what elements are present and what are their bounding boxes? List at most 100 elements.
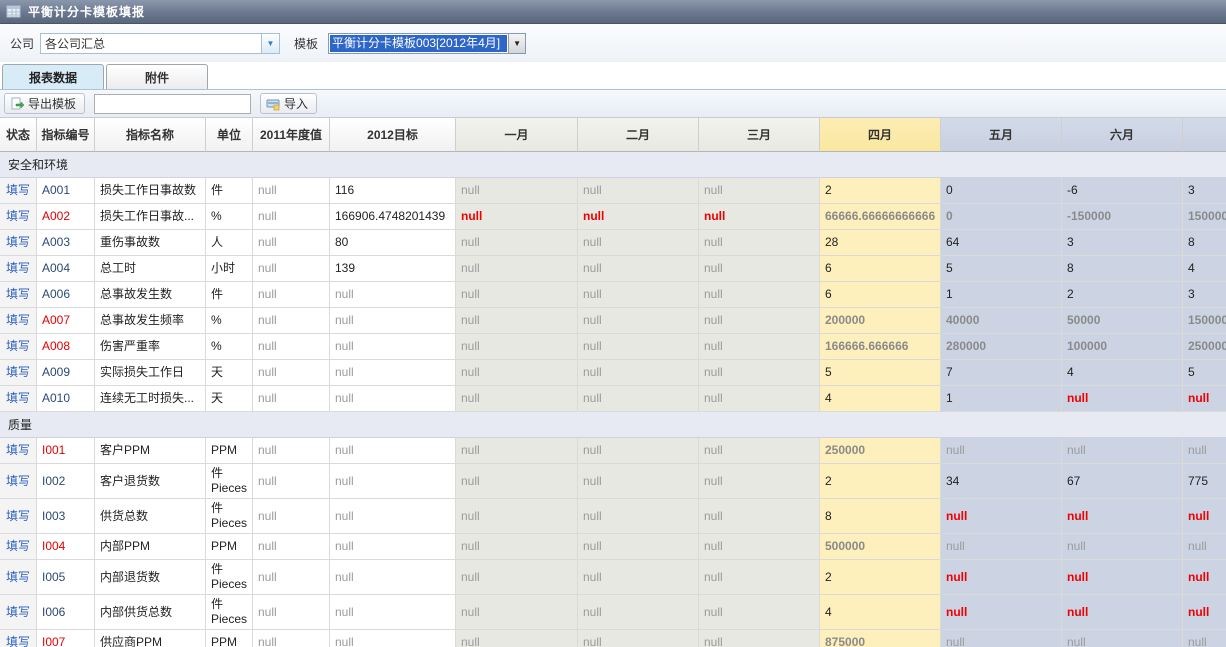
- fill-link[interactable]: 填写: [6, 539, 30, 554]
- month-1-cell: null: [456, 282, 578, 307]
- table-row[interactable]: 填写I006内部供货总数件 Piecesnullnullnullnullnull…: [0, 595, 1226, 630]
- fill-link[interactable]: 填写: [6, 474, 30, 489]
- template-select[interactable]: 平衡计分卡模板003[2012年4月] ▼: [328, 33, 526, 54]
- group-header-row[interactable]: 安全和环境: [0, 152, 1226, 178]
- column-header-6[interactable]: 2012目标: [330, 118, 456, 152]
- column-header-5[interactable]: 2011年度值: [253, 118, 330, 152]
- month-3-cell: null: [699, 204, 820, 229]
- month-5-cell: 64: [941, 230, 1062, 255]
- import-button[interactable]: 导入: [260, 93, 317, 114]
- year-2011-cell: null: [253, 178, 330, 203]
- fill-link[interactable]: 填写: [6, 339, 30, 354]
- column-header-8[interactable]: 二月: [578, 118, 699, 152]
- company-combobox[interactable]: 各公司汇总 ▼: [40, 33, 280, 54]
- indicator-name-cell: 总事故发生数: [95, 282, 206, 307]
- month-3-cell: null: [699, 386, 820, 411]
- fill-link[interactable]: 填写: [6, 509, 30, 524]
- month-7-cell: null: [1183, 595, 1226, 629]
- fill-link[interactable]: 填写: [6, 183, 30, 198]
- template-select-value[interactable]: 平衡计分卡模板003[2012年4月]: [330, 35, 507, 52]
- indicator-code-cell: I002: [37, 464, 95, 498]
- column-header-11[interactable]: 五月: [941, 118, 1062, 152]
- fill-link[interactable]: 填写: [6, 209, 30, 224]
- month-4-cell: 28: [820, 230, 941, 255]
- target-2012-cell: null: [330, 360, 456, 385]
- table-row[interactable]: 填写I001客户PPMPPMnullnullnullnullnull250000…: [0, 438, 1226, 464]
- table-row[interactable]: 填写A002损失工作日事故...%null166906.4748201439nu…: [0, 204, 1226, 230]
- fill-link[interactable]: 填写: [6, 235, 30, 250]
- status-cell: 填写: [0, 334, 37, 359]
- month-5-cell: null: [941, 630, 1062, 647]
- import-file-input[interactable]: [94, 94, 251, 114]
- month-2-cell: null: [578, 230, 699, 255]
- unit-cell: %: [206, 204, 253, 229]
- fill-link[interactable]: 填写: [6, 365, 30, 380]
- month-2-cell: null: [578, 360, 699, 385]
- tab-report-data[interactable]: 报表数据: [2, 64, 104, 89]
- table-row[interactable]: 填写A010连续无工时损失...天nullnullnullnullnull41n…: [0, 386, 1226, 412]
- table-row[interactable]: 填写A001损失工作日事故数件null116nullnullnull20-63: [0, 178, 1226, 204]
- month-1-cell: null: [456, 230, 578, 255]
- month-2-cell: null: [578, 204, 699, 229]
- year-2011-cell: null: [253, 308, 330, 333]
- column-header-1[interactable]: 状态: [0, 118, 37, 152]
- tab-attachments[interactable]: 附件: [106, 64, 208, 89]
- table-row[interactable]: 填写A007总事故发生频率%nullnullnullnullnull200000…: [0, 308, 1226, 334]
- fill-link[interactable]: 填写: [6, 261, 30, 276]
- indicator-code-cell: A004: [37, 256, 95, 281]
- year-2011-cell: null: [253, 630, 330, 647]
- indicator-name-cell: 损失工作日事故数: [95, 178, 206, 203]
- table-row[interactable]: 填写I003供货总数件 Piecesnullnullnullnullnull8n…: [0, 499, 1226, 534]
- table-row[interactable]: 填写I002客户退货数件 Piecesnullnullnullnullnull2…: [0, 464, 1226, 499]
- fill-link[interactable]: 填写: [6, 391, 30, 406]
- month-3-cell: null: [699, 595, 820, 629]
- table-row[interactable]: 填写A009实际损失工作日天nullnullnullnullnull5745: [0, 360, 1226, 386]
- indicator-code-cell: I004: [37, 534, 95, 559]
- month-4-cell: 5: [820, 360, 941, 385]
- fill-link[interactable]: 填写: [6, 443, 30, 458]
- month-3-cell: null: [699, 534, 820, 559]
- fill-link[interactable]: 填写: [6, 635, 30, 647]
- indicator-name-cell: 损失工作日事故...: [95, 204, 206, 229]
- export-template-label: 导出模板: [28, 95, 76, 112]
- company-combobox-value[interactable]: 各公司汇总: [41, 34, 261, 53]
- month-1-cell: null: [456, 499, 578, 533]
- unit-cell: PPM: [206, 534, 253, 559]
- table-row[interactable]: 填写A008伤害严重率%nullnullnullnullnull166666.6…: [0, 334, 1226, 360]
- indicator-code-cell: A002: [37, 204, 95, 229]
- indicator-code-cell: A008: [37, 334, 95, 359]
- month-5-cell: 1: [941, 386, 1062, 411]
- column-header-2[interactable]: 指标编号: [37, 118, 95, 152]
- month-3-cell: null: [699, 308, 820, 333]
- target-2012-cell: null: [330, 438, 456, 463]
- dropdown-arrow-icon[interactable]: ▼: [508, 34, 525, 53]
- column-header-13[interactable]: [1183, 118, 1226, 152]
- month-5-cell: 1: [941, 282, 1062, 307]
- group-header-row[interactable]: 质量: [0, 412, 1226, 438]
- month-4-cell: 500000: [820, 534, 941, 559]
- column-header-4[interactable]: 单位: [206, 118, 253, 152]
- table-row[interactable]: 填写A006总事故发生数件nullnullnullnullnull6123: [0, 282, 1226, 308]
- export-template-button[interactable]: 导出模板: [4, 93, 85, 114]
- table-row[interactable]: 填写I005内部退货数件 Piecesnullnullnullnullnull2…: [0, 560, 1226, 595]
- table-row[interactable]: 填写A004总工时小时null139nullnullnull6584: [0, 256, 1226, 282]
- table-row[interactable]: 填写I007供应商PPMPPMnullnullnullnullnull87500…: [0, 630, 1226, 647]
- fill-link[interactable]: 填写: [6, 287, 30, 302]
- month-6-cell: null: [1062, 630, 1183, 647]
- column-header-12[interactable]: 六月: [1062, 118, 1183, 152]
- table-row[interactable]: 填写I004内部PPMPPMnullnullnullnullnull500000…: [0, 534, 1226, 560]
- target-2012-cell: null: [330, 386, 456, 411]
- fill-link[interactable]: 填写: [6, 313, 30, 328]
- month-5-cell: null: [941, 534, 1062, 559]
- action-toolbar: 导出模板 导入: [0, 90, 1226, 118]
- table-row[interactable]: 填写A003重伤事故数人null80nullnullnull286438: [0, 230, 1226, 256]
- month-6-cell: -6: [1062, 178, 1183, 203]
- column-header-3[interactable]: 指标名称: [95, 118, 206, 152]
- unit-cell: 天: [206, 386, 253, 411]
- fill-link[interactable]: 填写: [6, 605, 30, 620]
- chevron-down-icon[interactable]: ▼: [261, 34, 279, 53]
- column-header-10[interactable]: 四月: [820, 118, 941, 152]
- column-header-9[interactable]: 三月: [699, 118, 820, 152]
- fill-link[interactable]: 填写: [6, 570, 30, 585]
- column-header-7[interactable]: 一月: [456, 118, 578, 152]
